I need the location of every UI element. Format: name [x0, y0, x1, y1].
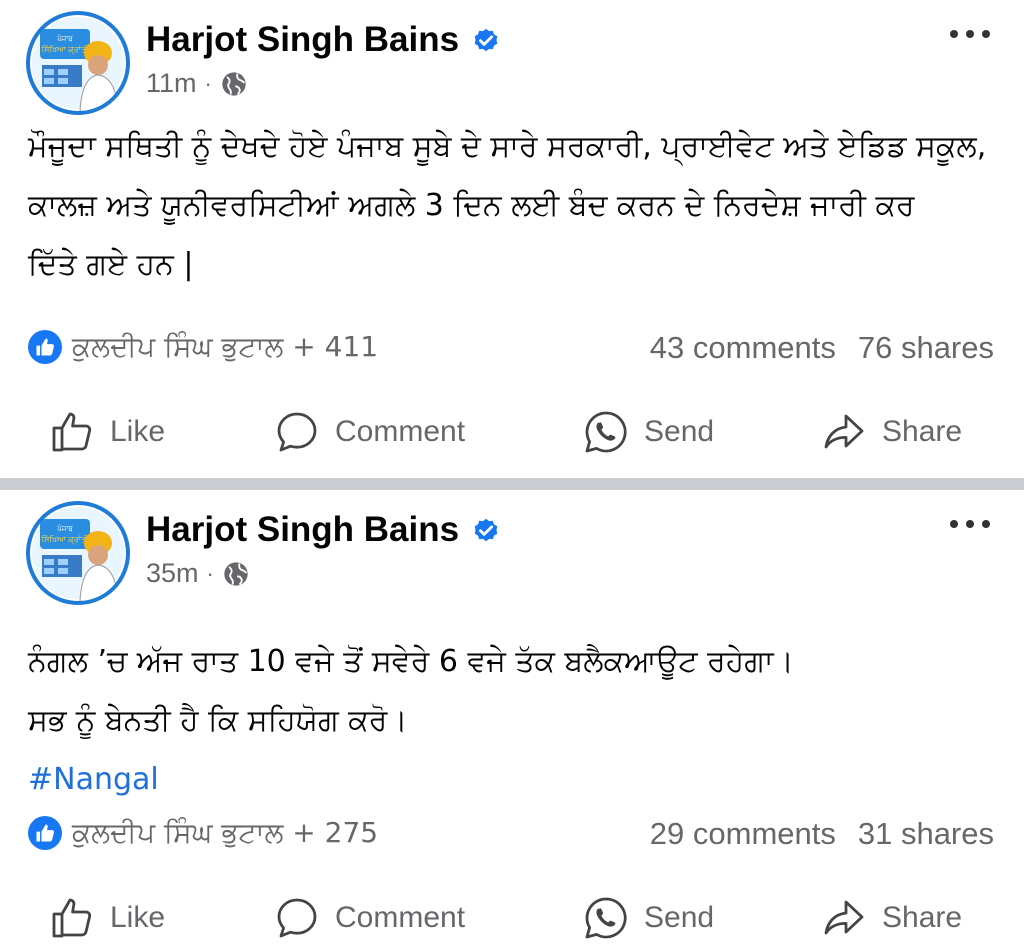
- more-options-icon[interactable]: [950, 514, 990, 534]
- post-text-line: ਨੰਗਲ ’ਚ ਅੱਜ ਰਾਤ 10 ਵਜੇ ਤੋਂ ਸਵੇਰੇ 6 ਵਜੇ ਤ…: [28, 644, 794, 679]
- thumbs-up-icon: [52, 412, 92, 452]
- shares-count[interactable]: 31 shares: [858, 816, 994, 852]
- like-button[interactable]: Like: [48, 402, 165, 462]
- like-reaction-icon: [28, 330, 62, 364]
- comment-bubble-icon: [277, 412, 317, 452]
- author-avatar[interactable]: ਪੰਜਾਬ ਸਿੱਖਿਆ ਕ੍ਰਾਂਤੀ: [26, 501, 130, 605]
- post-meta: 11m ·: [146, 68, 248, 99]
- like-reaction-icon: [28, 816, 62, 850]
- share-button[interactable]: Share: [820, 402, 962, 462]
- verified-badge-icon: [474, 518, 498, 542]
- more-dot: [982, 520, 990, 528]
- post-text-line: ਸਭ ਨੂੰ ਬੇਨਤੀ ਹੈ ਕਿ ਸਹਿਯੋਗ ਕਰੋ।: [28, 703, 408, 738]
- shares-count[interactable]: 76 shares: [858, 330, 994, 366]
- svg-text:ਪੰਜਾਬ: ਪੰਜਾਬ: [56, 34, 73, 43]
- post-meta: 35m ·: [146, 558, 250, 589]
- avatar-image: ਪੰਜਾਬ ਸਿੱਖਿਆ ਕ੍ਰਾਂਤੀ: [32, 507, 124, 601]
- share-button[interactable]: Share: [820, 888, 962, 948]
- reactors-text: ਕੁਲਦੀਪ ਸਿੰਘ ਭੁਟਾਲ + 275: [72, 816, 379, 849]
- post-time[interactable]: 11m: [146, 68, 197, 99]
- post-text-line: ਦਿੱਤੇ ਗਏ ਹਨ |: [28, 247, 194, 282]
- more-dot: [966, 30, 974, 38]
- post-text: ਮੌਜੂਦਾ ਸਥਿਤੀ ਨੂੰ ਦੇਖਦੇ ਹੋਏ ਪੰਜਾਬ ਸੂਬੇ ਦੇ…: [28, 117, 998, 294]
- author-name-text[interactable]: Harjot Singh Bains: [146, 20, 459, 60]
- avatar-image: ਪੰਜਾਬ ਸਿੱਖਿਆ ਕ੍ਰਾਂਤੀ: [32, 17, 124, 111]
- reaction-summary[interactable]: ਕੁਲਦੀਪ ਸਿੰਘ ਭੁਟਾਲ + 411: [28, 330, 378, 364]
- post-text-line: ਕਾਲਜ਼ ਅਤੇ ਯੂਨੀਵਰਸਿਟੀਆਂ ਅਗਲੇ 3 ਦਿਨ ਲਈ ਬੰਦ…: [28, 188, 915, 223]
- reactors-text: ਕੁਲਦੀਪ ਸਿੰਘ ਭੁਟਾਲ + 411: [72, 330, 379, 363]
- comment-label: Comment: [335, 901, 466, 934]
- more-dot: [950, 30, 958, 38]
- meta-separator: ·: [204, 70, 212, 96]
- like-button[interactable]: Like: [48, 888, 165, 948]
- thumbs-up-icon: [52, 898, 92, 938]
- whatsapp-icon: [585, 411, 627, 453]
- comments-count[interactable]: 29 comments: [650, 816, 836, 852]
- author-avatar[interactable]: ਪੰਜਾਬ ਸਿੱਖਿਆ ਕ੍ਰਾਂਤੀ: [26, 11, 130, 115]
- reaction-summary[interactable]: ਕੁਲਦੀਪ ਸਿੰਘ ਭੁਟਾਲ + 275: [28, 816, 378, 850]
- author-name-text[interactable]: Harjot Singh Bains: [146, 510, 459, 550]
- share-label: Share: [882, 415, 963, 448]
- author-name[interactable]: Harjot Singh Bains: [146, 510, 501, 550]
- author-name[interactable]: Harjot Singh Bains: [146, 20, 501, 60]
- send-button[interactable]: Send: [582, 402, 714, 462]
- post-card: ਪੰਜਾਬ ਸਿੱਖਿਆ ਕ੍ਰਾਂਤੀ Harjot Singh Bains …: [0, 0, 1024, 478]
- action-bar: Like Comment Send Share: [0, 888, 1024, 948]
- globe-icon: [222, 71, 246, 96]
- post-card: ਪੰਜਾਬ ਸਿੱਖਿਆ ਕ੍ਰਾਂਤੀ Harjot Singh Bains …: [0, 490, 1024, 947]
- action-bar: Like Comment Send Share: [0, 402, 1024, 462]
- engagement-counts: 43 comments 76 shares: [650, 330, 994, 366]
- globe-icon: [224, 561, 248, 586]
- more-dot: [966, 520, 974, 528]
- meta-separator: ·: [206, 560, 214, 586]
- share-arrow-icon: [824, 900, 864, 935]
- post-text-line: ਮੌਜੂਦਾ ਸਥਿਤੀ ਨੂੰ ਦੇਖਦੇ ਹੋਏ ਪੰਜਾਬ ਸੂਬੇ ਦੇ…: [28, 129, 987, 164]
- comment-button[interactable]: Comment: [273, 402, 465, 462]
- comments-count[interactable]: 43 comments: [650, 330, 836, 366]
- svg-text:ਪੰਜਾਬ: ਪੰਜਾਬ: [56, 524, 73, 533]
- post-divider: [0, 478, 1024, 490]
- send-button[interactable]: Send: [582, 888, 714, 948]
- send-label: Send: [644, 415, 715, 448]
- comment-button[interactable]: Comment: [273, 888, 465, 948]
- comment-bubble-icon: [277, 898, 317, 938]
- more-dot: [982, 30, 990, 38]
- verified-badge-icon: [474, 28, 498, 52]
- comment-label: Comment: [335, 415, 466, 448]
- post-time[interactable]: 35m: [146, 558, 199, 589]
- share-label: Share: [882, 901, 963, 934]
- hashtag-link[interactable]: #Nangal: [28, 750, 998, 809]
- whatsapp-icon: [585, 897, 627, 939]
- post-text: ਨੰਗਲ ’ਚ ਅੱਜ ਰਾਤ 10 ਵਜੇ ਤੋਂ ਸਵੇਰੇ 6 ਵਜੇ ਤ…: [28, 632, 998, 809]
- send-label: Send: [644, 901, 715, 934]
- share-arrow-icon: [824, 414, 864, 449]
- more-options-icon[interactable]: [950, 24, 990, 44]
- engagement-counts: 29 comments 31 shares: [650, 816, 994, 852]
- like-label: Like: [110, 415, 166, 448]
- svg-text:ਸਿੱਖਿਆ ਕ੍ਰਾਂਤੀ: ਸਿੱਖਿਆ ਕ੍ਰਾਂਤੀ: [40, 535, 89, 545]
- more-dot: [950, 520, 958, 528]
- svg-text:ਸਿੱਖਿਆ ਕ੍ਰਾਂਤੀ: ਸਿੱਖਿਆ ਕ੍ਰਾਂਤੀ: [40, 45, 89, 55]
- like-label: Like: [110, 901, 166, 934]
